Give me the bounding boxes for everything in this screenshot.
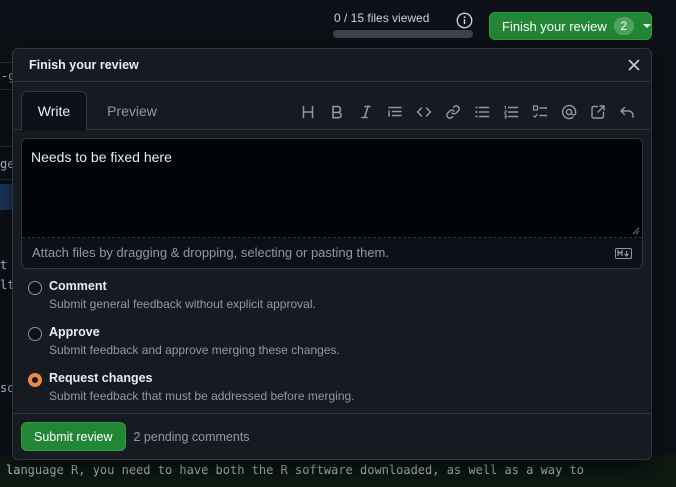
bold-icon[interactable] <box>322 101 351 123</box>
files-viewed-track <box>333 30 473 38</box>
unordered-list-icon[interactable] <box>467 101 496 123</box>
resize-handle[interactable] <box>632 227 640 235</box>
background-highlight <box>0 184 12 210</box>
caret-down-icon <box>642 24 651 28</box>
comment-radio[interactable] <box>28 281 42 295</box>
quote-icon[interactable] <box>380 101 409 123</box>
markdown-icon[interactable] <box>615 248 632 259</box>
comment-textarea[interactable]: Needs to be fixed here <box>22 139 642 238</box>
approve-radio[interactable] <box>28 327 42 341</box>
attach-files-hint[interactable]: Attach files by dragging & dropping, sel… <box>32 245 389 260</box>
undo-icon[interactable] <box>612 101 641 123</box>
code-icon[interactable] <box>409 101 438 123</box>
finish-review-dialog: Finish your review Write Preview Needs t… <box>12 48 652 460</box>
link-icon[interactable] <box>438 101 467 123</box>
files-viewed-label: 0 / 15 files viewed <box>334 11 430 25</box>
option-approve-label: Approve <box>49 325 100 339</box>
background-text: t <box>0 258 8 272</box>
cross-reference-icon[interactable] <box>583 101 612 123</box>
finish-review-label: Finish your review <box>502 18 607 34</box>
comment-editor: Needs to be fixed here Attach files by d… <box>21 138 643 269</box>
request-changes-radio[interactable] <box>28 373 42 387</box>
option-comment-description: Submit general feedback without explicit… <box>49 297 316 311</box>
option-comment-label: Comment <box>49 279 107 293</box>
option-request-changes-description: Submit feedback that must be addressed b… <box>49 389 355 403</box>
markdown-toolbar <box>293 101 641 123</box>
pending-comments-label: 2 pending comments <box>133 429 250 444</box>
option-request-changes-label: Request changes <box>49 371 153 385</box>
mention-icon[interactable] <box>554 101 583 123</box>
ordered-list-icon[interactable] <box>496 101 525 123</box>
heading-icon[interactable] <box>293 101 322 123</box>
dialog-footer: Submit review 2 pending comments <box>13 413 651 459</box>
finish-review-button[interactable]: Finish your review 2 <box>489 12 652 40</box>
dialog-header: Finish your review <box>13 49 651 82</box>
italic-icon[interactable] <box>351 101 380 123</box>
editor-tabs: Write Preview <box>13 82 651 131</box>
background-code-line: language R, you need to have both the R … <box>6 463 584 477</box>
tab-write[interactable]: Write <box>21 91 87 131</box>
tab-preview[interactable]: Preview <box>99 91 165 130</box>
pending-count-badge: 2 <box>613 17 634 35</box>
files-viewed-progress: 0 / 15 files viewed <box>333 11 473 38</box>
dialog-title: Finish your review <box>29 58 139 72</box>
info-icon[interactable] <box>456 12 473 29</box>
option-approve-description: Submit feedback and approve merging thes… <box>49 343 340 357</box>
task-list-icon[interactable] <box>525 101 554 123</box>
close-icon[interactable] <box>627 58 641 72</box>
submit-review-button[interactable]: Submit review <box>21 422 126 451</box>
